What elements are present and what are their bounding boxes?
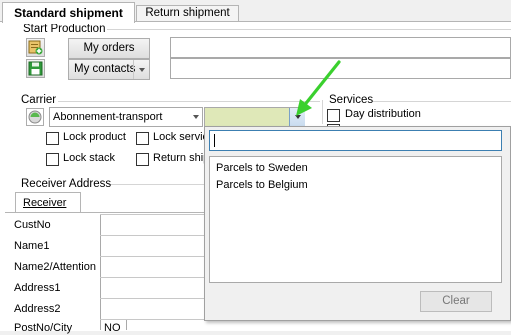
product-dropdown-popup: Parcels to Sweden Parcels to Belgium Cle…	[204, 126, 511, 321]
tab-receiver-label: Receiver	[23, 197, 67, 209]
my-orders-button[interactable]: My orders	[68, 38, 150, 59]
new-order-icon[interactable]	[26, 38, 45, 57]
dropdown-list: Parcels to Sweden Parcels to Belgium	[209, 156, 502, 283]
lock-product-label: Lock product	[63, 131, 126, 143]
carrier-logo-icon	[26, 108, 44, 126]
tab-standard-shipment[interactable]: Standard shipment	[2, 2, 135, 24]
clear-button[interactable]: Clear	[420, 291, 492, 312]
return-shipment-label: Return ship	[153, 152, 210, 164]
name2-attention-label: Name2/Attention	[14, 261, 96, 273]
return-shipment-checkbox[interactable]	[136, 153, 149, 166]
clear-label: Clear	[442, 295, 470, 307]
lock-stack-label: Lock stack	[63, 152, 115, 164]
receiver-tab-baseline	[5, 212, 205, 213]
start-production-title: Start Production	[21, 23, 108, 36]
day-distribution-label: Day distribution	[345, 108, 421, 120]
carrier-title: Carrier	[21, 94, 57, 106]
my-contacts-dropdown-icon[interactable]	[133, 60, 149, 79]
list-item-parcels-to-sweden[interactable]: Parcels to Sweden	[216, 162, 308, 175]
carrier-select-value: Abonnement-transport	[53, 111, 163, 123]
list-item-parcels-to-belgium[interactable]: Parcels to Belgium	[216, 179, 308, 192]
custno-label: CustNo	[14, 219, 51, 231]
carrier-select-chevron-down-icon	[193, 115, 199, 119]
postno-city-label: PostNo/City	[14, 322, 73, 334]
my-contacts-label: My contacts	[74, 63, 136, 75]
tab-return-shipment[interactable]: Return shipment	[136, 5, 239, 22]
address2-label: Address2	[14, 303, 61, 315]
country-code-input[interactable]: NO	[101, 320, 127, 334]
receiver-address-title: Receiver Address	[21, 178, 112, 190]
lock-service-label: Lock servic	[153, 131, 209, 143]
address1-label: Address1	[14, 282, 61, 294]
country-code-value: NO	[104, 322, 121, 334]
carrier-select[interactable]: Abonnement-transport	[49, 107, 203, 127]
text-cursor	[214, 134, 215, 147]
start-production-divider	[103, 29, 511, 30]
my-orders-label: My orders	[83, 42, 135, 54]
dropdown-search-input[interactable]	[209, 130, 502, 151]
tab-receiver[interactable]: Receiver	[15, 192, 81, 213]
carrier-divider	[58, 101, 320, 102]
my-contacts-button[interactable]: My contacts	[68, 59, 150, 80]
lock-stack-checkbox[interactable]	[46, 153, 59, 166]
save-icon[interactable]	[26, 59, 45, 78]
receiver-divider	[108, 184, 204, 185]
annotation-arrow-icon	[296, 60, 341, 116]
services-title-line	[372, 101, 511, 102]
name1-label: Name1	[14, 240, 50, 252]
lock-product-checkbox[interactable]	[46, 132, 59, 145]
lock-service-checkbox[interactable]	[136, 132, 149, 145]
tab-label: Standard shipment	[14, 6, 123, 20]
tab-label: Return shipment	[145, 7, 230, 19]
